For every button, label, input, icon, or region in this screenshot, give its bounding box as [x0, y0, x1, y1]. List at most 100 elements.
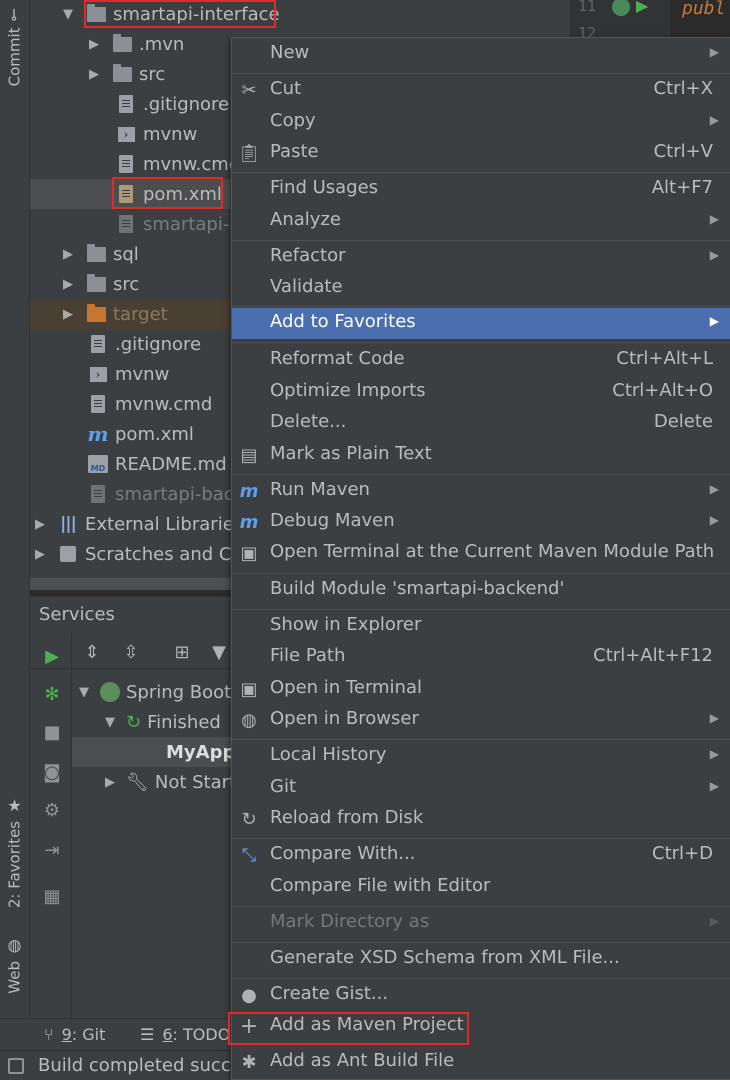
menu-item-open-terminal-maven[interactable]: ▣ Open Terminal at the Current Maven Mod… — [232, 538, 730, 569]
horizontal-scrollbar[interactable] — [30, 578, 235, 590]
git-branch-icon: ⑂ — [44, 1025, 54, 1044]
menu-item-delete[interactable]: Delete... Delete — [232, 408, 730, 439]
menu-separator — [232, 306, 730, 307]
menu-item-analyze[interactable]: Analyze ▶ — [232, 206, 730, 237]
tree-label: sql — [113, 243, 139, 265]
menu-separator — [232, 942, 730, 943]
menu-item-create-gist[interactable]: ● Create Gist... — [232, 980, 730, 1011]
collapse-arrow-icon[interactable]: ▶ — [60, 247, 76, 262]
menu-item-compare-with[interactable]: ⤡ Compare With... Ctrl+D — [232, 840, 730, 871]
menu-item-file-path[interactable]: File Path Ctrl+Alt+F12 — [232, 642, 730, 673]
collapse-arrow-icon[interactable]: ▶ — [32, 517, 48, 532]
rerun-icon: ↻ — [126, 711, 142, 733]
tree-label: pom.xml — [115, 423, 194, 445]
menu-item-git[interactable]: Git ▶ — [232, 773, 730, 804]
menu-item-paste[interactable]: 📋︎ Paste Ctrl+V — [232, 138, 730, 169]
star-icon: ★ — [5, 796, 24, 815]
menu-item-label: Analyze — [270, 209, 341, 230]
scratches-icon — [58, 544, 78, 564]
services-tree-label: Spring Boot — [126, 681, 232, 703]
run-gutter-icon[interactable]: ▶ — [636, 0, 648, 15]
ant-icon: ✱ — [241, 1051, 257, 1073]
spring-boot-icon — [100, 682, 120, 702]
web-tab[interactable]: Web ◍ — [5, 936, 24, 994]
status-icon[interactable] — [8, 1058, 24, 1074]
expand-all-icon[interactable]: ⇕ — [81, 641, 103, 663]
menu-item-find-usages[interactable]: Find Usages Alt+F7 — [232, 174, 730, 205]
expand-arrow-icon[interactable]: ▼ — [102, 715, 118, 730]
submenu-arrow-icon: ▶ — [709, 248, 719, 262]
todo-tool-tab[interactable]: ☰ 6: TODO — [140, 1025, 230, 1044]
services-tree-row[interactable]: ▼ Spring Boot — [76, 677, 231, 707]
menu-item-refactor[interactable]: Refactor ▶ — [232, 242, 730, 273]
debug-icon[interactable]: ✻ — [41, 683, 63, 705]
menu-item-validate[interactable]: Validate — [232, 273, 730, 304]
menu-item-run-maven[interactable]: m Run Maven ▶ — [232, 476, 730, 507]
services-actions: ▶ ✻ ■ ◙ ⚙ ⇥ ▦ — [30, 633, 72, 1019]
menu-item-label: Mark as Plain Text — [270, 443, 432, 464]
iml-file-icon — [88, 484, 108, 504]
markdown-file-icon: MD — [88, 454, 108, 474]
expand-arrow-icon[interactable]: ▼ — [76, 685, 92, 700]
menu-item-label: Local History — [270, 744, 387, 765]
menu-item-cut[interactable]: ✂ Cut Ctrl+X — [232, 75, 730, 106]
maven-icon: m — [87, 422, 109, 446]
tree-label: mvnw.cmd — [143, 153, 241, 175]
collapse-arrow-icon[interactable]: ▶ — [32, 547, 48, 562]
menu-item-generate-xsd[interactable]: Generate XSD Schema from XML File... — [232, 944, 730, 975]
menu-item-show-in-explorer[interactable]: Show in Explorer — [232, 611, 730, 642]
collapse-all-icon[interactable]: ⇳ — [120, 641, 142, 663]
submenu-arrow-icon: ▶ — [709, 513, 719, 527]
services-tree-row[interactable]: ▼ ↻ Finished — [102, 707, 221, 737]
menu-item-label: File Path — [270, 645, 346, 666]
menu-item-mark-directory-as[interactable]: Mark Directory as ▶ — [232, 908, 730, 939]
submenu-arrow-icon: ▶ — [709, 212, 719, 226]
filter-icon[interactable]: ▼ — [208, 641, 230, 663]
expand-arrow-icon[interactable]: ▼ — [60, 7, 76, 22]
menu-item-label: Refactor — [270, 245, 346, 266]
collapse-arrow-icon[interactable]: ▶ — [102, 775, 118, 790]
menu-item-label: Compare File with Editor — [270, 875, 491, 896]
gear-icon[interactable]: ⚙ — [41, 799, 63, 821]
group-by-icon[interactable]: ⊞ — [171, 641, 193, 663]
menu-item-add-to-favorites[interactable]: Add to Favorites ▶ — [232, 308, 730, 339]
collapse-arrow-icon[interactable]: ▶ — [86, 67, 102, 82]
menu-item-label: Find Usages — [270, 177, 379, 198]
git-tool-tab[interactable]: ⑂ 9: Git — [44, 1025, 105, 1044]
favorites-tab[interactable]: 2: Favorites ★ — [5, 796, 24, 908]
maven-debug-icon: m — [239, 511, 259, 533]
plain-text-file-icon: ▤ — [240, 444, 258, 466]
favorites-tab-label: 2: Favorites — [5, 821, 24, 909]
camera-icon[interactable]: ◙ — [41, 761, 63, 783]
menu-item-label: Create Gist... — [270, 983, 389, 1004]
run-icon[interactable]: ▶ — [41, 645, 63, 667]
submenu-arrow-icon: ▶ — [709, 482, 719, 496]
menu-item-label: New — [270, 42, 310, 63]
collapse-arrow-icon[interactable]: ▶ — [60, 307, 76, 322]
menu-item-optimize-imports[interactable]: Optimize Imports Ctrl+Alt+O — [232, 377, 730, 408]
menu-separator — [232, 240, 730, 241]
context-menu: New ▶ ✂ Cut Ctrl+X Copy ▶ 📋︎ Paste Ctrl+… — [228, 37, 730, 1080]
sign-in-icon[interactable]: ⇥ — [41, 839, 63, 861]
menu-item-build-module[interactable]: Build Module 'smartapi-backend' — [232, 575, 730, 606]
menu-item-local-history[interactable]: Local History ▶ — [232, 741, 730, 772]
spring-bean-icon[interactable] — [612, 0, 630, 16]
menu-item-copy[interactable]: Copy ▶ — [232, 107, 730, 138]
layout-icon[interactable]: ▦ — [41, 885, 63, 907]
collapse-arrow-icon[interactable]: ▶ — [60, 277, 76, 292]
menu-item-shortcut: Ctrl+Alt+O — [612, 380, 713, 401]
menu-item-reformat-code[interactable]: Reformat Code Ctrl+Alt+L — [232, 345, 730, 376]
menu-item-mark-as-plain-text[interactable]: ▤ Mark as Plain Text — [232, 440, 730, 471]
menu-item-open-in-terminal[interactable]: ▣ Open in Terminal — [232, 674, 730, 705]
shell-script-icon: › — [116, 124, 136, 144]
menu-item-compare-file-with-editor[interactable]: Compare File with Editor — [232, 872, 730, 903]
menu-item-add-as-ant-build-file[interactable]: ✱ Add as Ant Build File — [232, 1047, 730, 1078]
stop-icon[interactable]: ■ — [41, 721, 63, 743]
left-tool-strip: Commit ⊸ 2: Favorites ★ Web ◍ — [0, 0, 30, 1018]
commit-tab[interactable]: Commit ⊸ — [5, 8, 24, 86]
menu-item-new[interactable]: New ▶ — [232, 39, 730, 70]
menu-item-open-in-browser[interactable]: ◍ Open in Browser ▶ — [232, 705, 730, 736]
menu-item-reload-from-disk[interactable]: ↻ Reload from Disk — [232, 804, 730, 835]
menu-item-debug-maven[interactable]: m Debug Maven ▶ — [232, 507, 730, 538]
collapse-arrow-icon[interactable]: ▶ — [86, 37, 102, 52]
